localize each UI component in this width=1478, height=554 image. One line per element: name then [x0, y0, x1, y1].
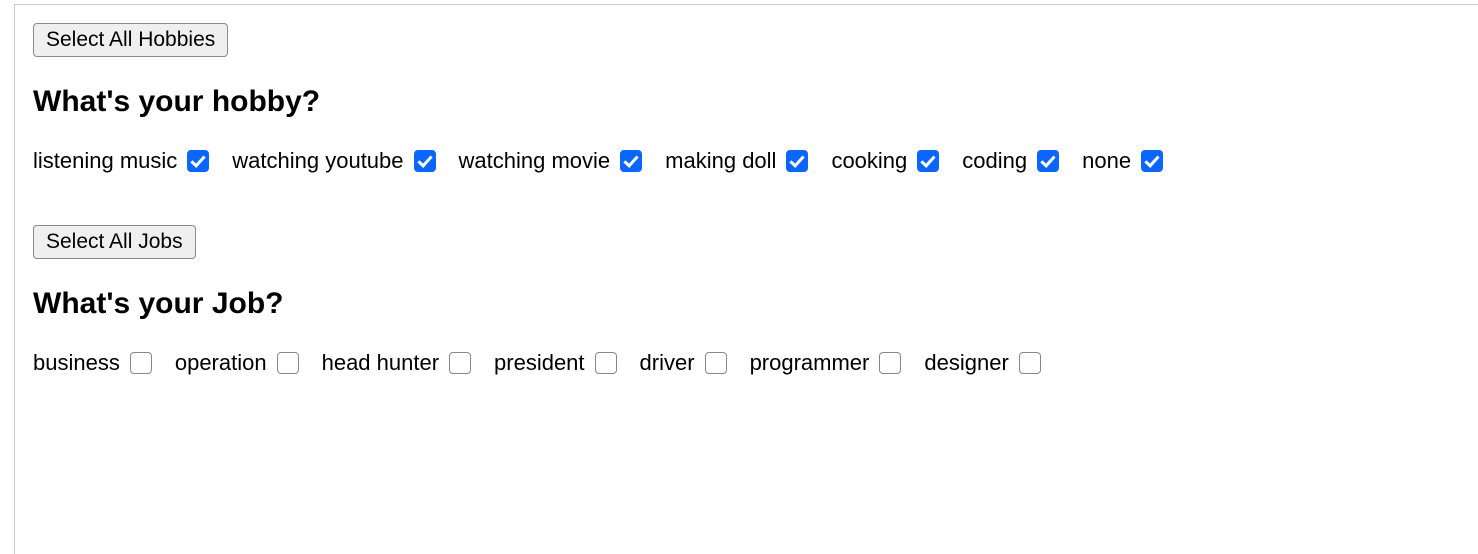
hobby-option-label: coding	[962, 148, 1027, 174]
job-checkbox[interactable]	[879, 352, 901, 374]
hobby-checkbox[interactable]	[1037, 150, 1059, 172]
job-option-label: operation	[175, 350, 267, 376]
hobby-option-label: making doll	[665, 148, 776, 174]
form-container: Select All Hobbies What's your hobby? li…	[14, 4, 1478, 554]
select-all-hobbies-button[interactable]: Select All Hobbies	[33, 23, 228, 57]
hobby-checkbox[interactable]	[620, 150, 642, 172]
hobby-option-label: listening music	[33, 148, 177, 174]
job-checkbox[interactable]	[595, 352, 617, 374]
job-checkbox[interactable]	[277, 352, 299, 374]
hobbies-heading: What's your hobby?	[33, 85, 1460, 119]
job-option-label: programmer	[750, 350, 870, 376]
job-checkbox[interactable]	[1019, 352, 1041, 374]
hobby-option-label: cooking	[831, 148, 907, 174]
hobby-option-label: none	[1082, 148, 1131, 174]
job-option[interactable]: driver	[640, 349, 730, 377]
hobby-checkbox[interactable]	[786, 150, 808, 172]
hobbies-section: Select All Hobbies What's your hobby? li…	[33, 23, 1460, 175]
job-option-label: president	[494, 350, 585, 376]
jobs-heading: What's your Job?	[33, 287, 1460, 321]
job-option[interactable]: president	[494, 349, 620, 377]
job-checkbox[interactable]	[705, 352, 727, 374]
hobby-checkbox[interactable]	[1141, 150, 1163, 172]
hobby-checkbox[interactable]	[917, 150, 939, 172]
job-option[interactable]: programmer	[750, 349, 905, 377]
hobby-option[interactable]: cooking	[831, 147, 942, 175]
job-option-label: business	[33, 350, 120, 376]
job-option[interactable]: operation	[175, 349, 302, 377]
hobby-option-label: watching youtube	[232, 148, 403, 174]
hobbies-options: listening music watching youtube watchin…	[33, 147, 1460, 175]
hobby-checkbox[interactable]	[414, 150, 436, 172]
job-option[interactable]: designer	[924, 349, 1043, 377]
jobs-options: business operation head hunter president…	[33, 349, 1460, 377]
hobby-option[interactable]: listening music	[33, 147, 212, 175]
hobby-option[interactable]: none	[1082, 147, 1166, 175]
job-option-label: head hunter	[322, 350, 439, 376]
hobby-checkbox[interactable]	[187, 150, 209, 172]
hobby-option[interactable]: watching youtube	[232, 147, 438, 175]
job-checkbox[interactable]	[130, 352, 152, 374]
hobby-option-label: watching movie	[459, 148, 611, 174]
job-option[interactable]: head hunter	[322, 349, 474, 377]
hobby-option[interactable]: making doll	[665, 147, 811, 175]
hobby-option[interactable]: coding	[962, 147, 1062, 175]
job-option-label: designer	[924, 350, 1008, 376]
job-option-label: driver	[640, 350, 695, 376]
jobs-section: Select All Jobs What's your Job? busines…	[33, 225, 1460, 377]
job-option[interactable]: business	[33, 349, 155, 377]
hobby-option[interactable]: watching movie	[459, 147, 646, 175]
select-all-jobs-button[interactable]: Select All Jobs	[33, 225, 196, 259]
job-checkbox[interactable]	[449, 352, 471, 374]
